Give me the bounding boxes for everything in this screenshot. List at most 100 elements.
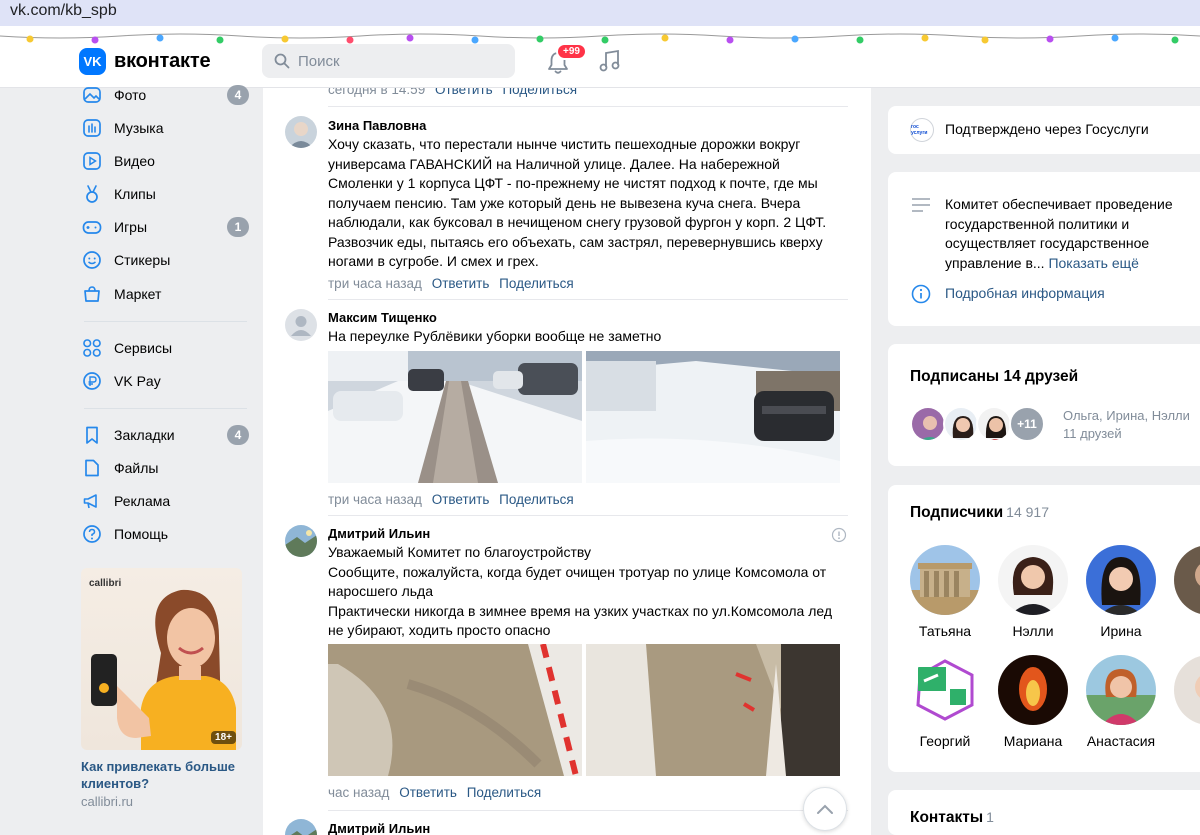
reply-link[interactable]: Ответить bbox=[432, 276, 490, 291]
avatar[interactable] bbox=[285, 819, 317, 835]
subscriber-avatar[interactable] bbox=[1174, 655, 1200, 725]
sidebar-item-services[interactable]: Сервисы bbox=[79, 336, 249, 360]
friends-title[interactable]: Подписаны 14 друзей bbox=[910, 368, 1078, 386]
comment-meta: три часа назад Ответить Поделиться bbox=[328, 276, 574, 291]
sidebar-item-files[interactable]: Файлы bbox=[79, 456, 249, 480]
avatar[interactable] bbox=[285, 116, 317, 148]
subscriber-name: О bbox=[1172, 623, 1200, 639]
sidebar-item-label: Файлы bbox=[114, 460, 159, 476]
avatar[interactable] bbox=[285, 525, 317, 557]
subscriber[interactable]: Мариана bbox=[996, 655, 1070, 749]
show-more-link[interactable]: Показать ещё bbox=[1048, 255, 1139, 271]
comment-photo[interactable] bbox=[328, 644, 582, 776]
sidebar-item-count: 1 bbox=[227, 217, 249, 237]
comment-author[interactable]: Дмитрий Ильин bbox=[328, 821, 430, 835]
sidebar-item-help[interactable]: Помощь bbox=[79, 522, 249, 546]
sidebar-item-label: Клипы bbox=[114, 186, 156, 202]
subscriber[interactable]: Нэлли bbox=[996, 545, 1070, 639]
subscriber[interactable]: Анастасия bbox=[1084, 655, 1158, 749]
share-link[interactable]: Поделиться bbox=[502, 88, 577, 97]
sidebar-ad[interactable]: callibri 18+ Как привлекать больше клиен… bbox=[81, 568, 242, 809]
sidebar-item-ads[interactable]: Реклама bbox=[79, 489, 249, 513]
subscribers-count: 14 917 bbox=[1006, 504, 1049, 520]
photo-icon bbox=[81, 84, 103, 106]
reply-link[interactable]: Ответить bbox=[399, 785, 457, 800]
url-text[interactable]: vk.com/kb_spb bbox=[10, 2, 117, 20]
subscriber-avatar[interactable] bbox=[998, 655, 1068, 725]
friends-names: Ольга, Ирина, Нэлли 11 друзей bbox=[1063, 407, 1190, 443]
sidebar-item-games[interactable]: Игры 1 bbox=[79, 215, 249, 239]
comment-author[interactable]: Зина Павловна bbox=[328, 118, 426, 133]
contacts-card[interactable]: Контакты 1 bbox=[888, 790, 1200, 835]
subscriber-name: Георгий bbox=[919, 733, 971, 749]
sidebar-item-count: 4 bbox=[227, 85, 249, 105]
sidebar-item-vkpay[interactable]: VK Pay bbox=[79, 369, 249, 393]
subscriber[interactable]: Татьяна bbox=[908, 545, 982, 639]
comment-photo[interactable] bbox=[328, 351, 582, 483]
comment-author[interactable]: Дмитрий Ильин bbox=[328, 526, 430, 541]
friend-avatar[interactable] bbox=[976, 406, 1012, 442]
subscriber-avatar[interactable] bbox=[1086, 655, 1156, 725]
share-link[interactable]: Поделиться bbox=[499, 276, 574, 291]
subscriber-avatar[interactable] bbox=[1086, 545, 1156, 615]
subscriber-avatar[interactable] bbox=[1174, 545, 1200, 615]
comment-author[interactable]: Максим Тищенко bbox=[328, 310, 437, 325]
ad-title[interactable]: Как привлекать больше клиентов? bbox=[81, 758, 242, 792]
sidebar-item-stickers[interactable]: Стикеры bbox=[79, 248, 249, 272]
sidebar-item-label: Реклама bbox=[114, 493, 171, 509]
browser-url-bar[interactable]: vk.com/kb_spb bbox=[0, 0, 1200, 26]
vk-logo[interactable]: VK вконтакте bbox=[79, 48, 211, 75]
sidebar-item-market[interactable]: Маркет bbox=[79, 282, 249, 306]
avatar[interactable] bbox=[285, 309, 317, 341]
sidebar-item-music[interactable]: Музыка bbox=[79, 116, 249, 140]
comment-time: три часа назад bbox=[328, 492, 422, 507]
friend-avatar[interactable] bbox=[910, 406, 946, 442]
friends-more-count[interactable]: +11 bbox=[1009, 406, 1045, 442]
sidebar-item-clips[interactable]: Клипы bbox=[79, 182, 249, 206]
share-link[interactable]: Поделиться bbox=[499, 492, 574, 507]
subscriber[interactable]: Ирина bbox=[1084, 545, 1158, 639]
search-input[interactable] bbox=[298, 52, 498, 70]
comment-separator bbox=[328, 515, 848, 516]
comment-meta: час назад Ответить Поделиться bbox=[328, 785, 541, 800]
subscriber-name: Мариана bbox=[1003, 733, 1063, 749]
ad-domain[interactable]: callibri.ru bbox=[81, 794, 242, 809]
stickers-icon bbox=[81, 249, 103, 271]
music-player-icon[interactable] bbox=[598, 48, 622, 74]
friend-avatar[interactable] bbox=[943, 406, 979, 442]
sidebar-item-video[interactable]: Видео bbox=[79, 149, 249, 173]
sidebar-item-photo[interactable]: Фото 4 bbox=[79, 83, 249, 107]
comment-time: сегодня в 14:59 bbox=[328, 88, 426, 97]
music-icon bbox=[81, 117, 103, 139]
about-card: Комитет обеспечивает проведение государс… bbox=[888, 172, 1200, 326]
subscriber-name: Анастасия bbox=[1086, 733, 1156, 749]
subscribers-title-text: Подписчики bbox=[910, 504, 1004, 521]
more-info-link[interactable]: Подробная информация bbox=[945, 285, 1105, 301]
friends-count: 11 друзей bbox=[1063, 426, 1122, 441]
friends-avatars[interactable]: +11 bbox=[910, 406, 1045, 442]
search-box[interactable] bbox=[262, 44, 515, 78]
subscriber[interactable]: О bbox=[1172, 545, 1200, 639]
sidebar-divider bbox=[84, 408, 247, 409]
comments-feed: сегодня в 14:59 Ответить Поделиться Зина… bbox=[263, 88, 871, 835]
sidebar-item-bookmarks[interactable]: Закладки 4 bbox=[79, 423, 249, 447]
comment-photo[interactable] bbox=[586, 351, 840, 483]
share-link[interactable]: Поделиться bbox=[467, 785, 542, 800]
subscriber-avatar[interactable] bbox=[910, 545, 980, 615]
contacts-title[interactable]: Контакты 1 bbox=[910, 809, 994, 827]
subscriber-avatar[interactable] bbox=[910, 655, 980, 725]
subscribers-title[interactable]: Подписчики 14 917 bbox=[910, 504, 1049, 522]
subscriber-avatar[interactable] bbox=[998, 545, 1068, 615]
comment-photo[interactable] bbox=[586, 644, 840, 776]
subscriber[interactable]: О bbox=[1172, 655, 1200, 749]
scroll-to-top-button[interactable] bbox=[803, 787, 847, 831]
reply-link[interactable]: Ответить bbox=[435, 88, 493, 97]
ad-image[interactable]: callibri 18+ bbox=[81, 568, 242, 750]
comment-time: три часа назад bbox=[328, 276, 422, 291]
reply-link[interactable]: Ответить bbox=[432, 492, 490, 507]
friends-card[interactable]: Подписаны 14 друзей +11 Ольга, Ирина, Нэ… bbox=[888, 344, 1200, 466]
subscriber[interactable]: Георгий bbox=[908, 655, 982, 749]
comment-text: На переулке Рублёвики уборки вообще не з… bbox=[328, 328, 662, 344]
report-icon[interactable] bbox=[831, 527, 847, 543]
comment-separator bbox=[328, 810, 848, 811]
